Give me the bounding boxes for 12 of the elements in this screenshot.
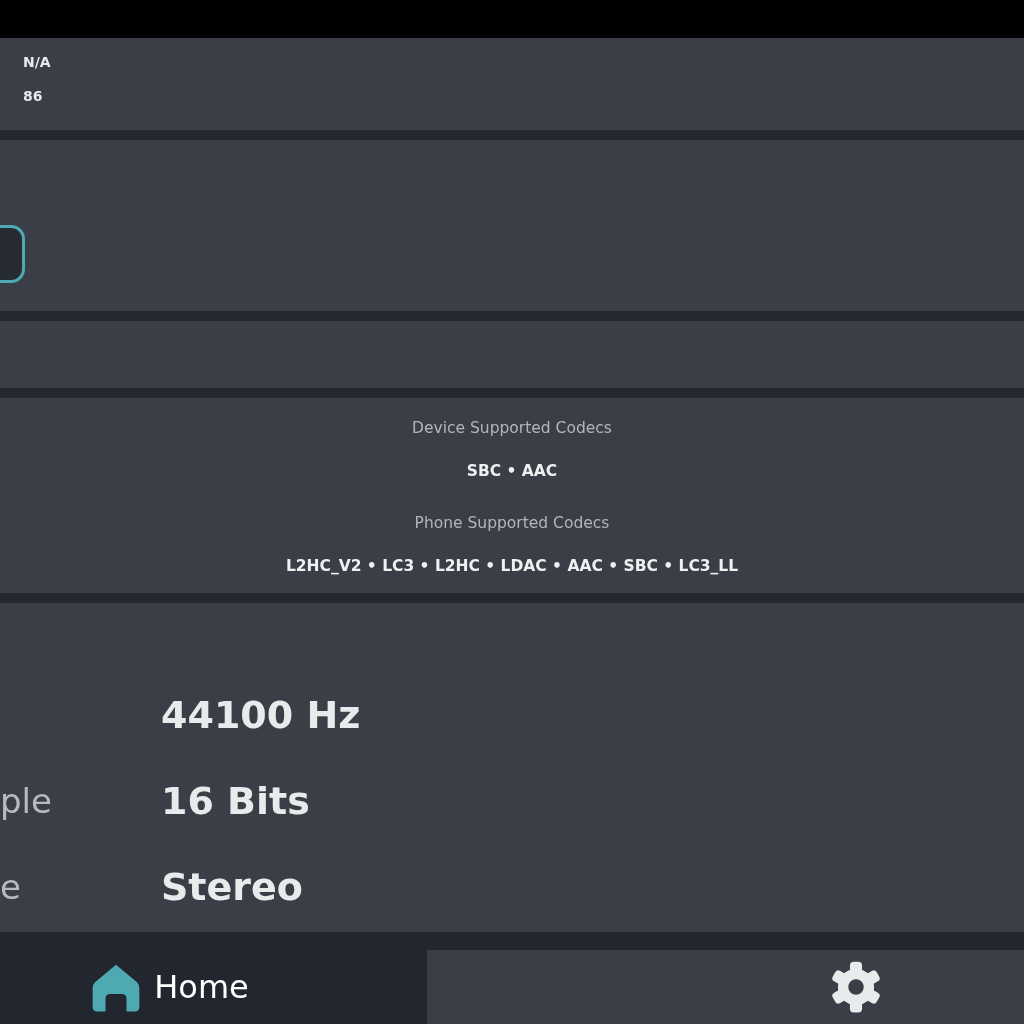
info-value: 86 xyxy=(23,87,44,106)
row-label: ple xyxy=(0,780,52,821)
row-label: e xyxy=(0,866,21,907)
settings-tab[interactable] xyxy=(427,950,1024,1024)
codecs-heading: Device Supported Codecs xyxy=(412,418,612,439)
info-value: N/A xyxy=(23,53,52,72)
codecs-list: L2HC_V2 • LC3 • L2HC • LDAC • AAC • SBC • LC3_LL xyxy=(285,554,739,578)
row-value: 44100 Hz xyxy=(161,691,361,739)
row-value: 16 Bits xyxy=(161,777,310,825)
codecs-list: SBC • AAC xyxy=(466,460,558,484)
codecs-heading: Phone Supported Codecs xyxy=(414,512,610,534)
row-value: Stereo xyxy=(161,863,303,911)
